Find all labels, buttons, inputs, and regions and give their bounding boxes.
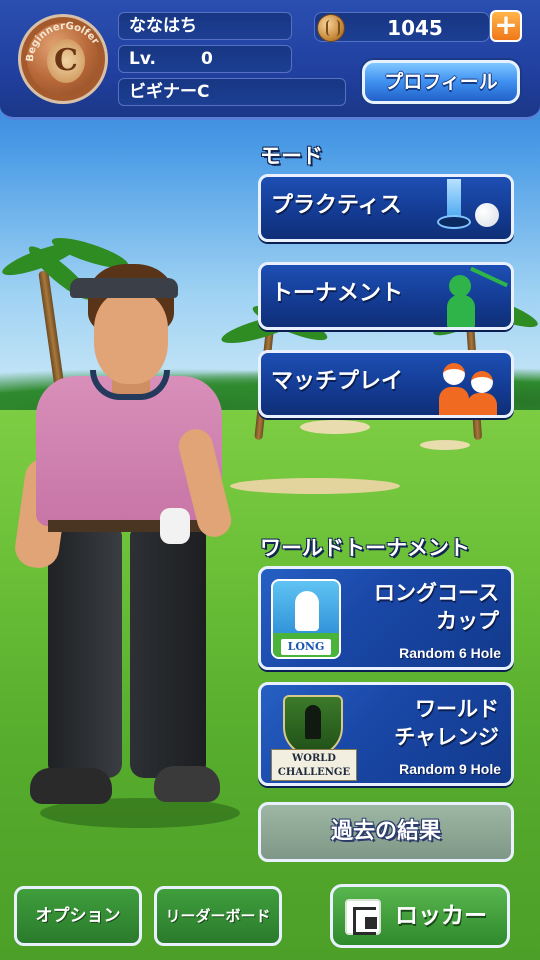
player-name: ななはち [118, 12, 292, 40]
locker-icon [345, 899, 381, 935]
rank-badge: BeginnerGolfer C [18, 14, 108, 104]
world-challenge-emblem-icon: WORLD CHALLENGE [271, 693, 357, 781]
leaderboard-button[interactable]: リーダーボード [154, 886, 282, 946]
world-challenge-button[interactable]: WORLD CHALLENGE ワールド チャレンジ Random 9 Hole [258, 682, 514, 786]
level-value: 0 [201, 49, 213, 69]
match-play-button[interactable]: マッチプレイ [258, 350, 514, 418]
coin-balance: 1045 [314, 12, 490, 42]
world-emblem-line2: CHALLENGE [277, 767, 351, 778]
avatar-pants [48, 528, 122, 778]
avatar-shoe [30, 768, 112, 804]
sand-bunker [230, 478, 400, 494]
level-label: Lv. [129, 49, 156, 69]
world-challenge-subtitle: Random 9 Hole [399, 761, 501, 777]
practice-button[interactable]: プラクティス [258, 174, 514, 242]
add-coins-button[interactable]: + [490, 10, 522, 42]
locker-label: ロッカー [395, 903, 487, 929]
golf-ball-icon [475, 203, 499, 227]
avatar-head [94, 292, 168, 384]
tournament-button[interactable]: トーナメント [258, 262, 514, 330]
long-course-title-line1: ロングコース [374, 581, 499, 605]
mode-section-label: モード [260, 144, 323, 168]
player-avatar [12, 258, 240, 828]
locker-button[interactable]: ロッカー [330, 884, 510, 948]
world-challenge-title-line1: ワールド [415, 697, 499, 721]
long-course-emblem-icon: LONG [271, 579, 341, 659]
world-challenge-title-line2: チャレンジ [394, 725, 499, 749]
long-course-title-line2: カップ [436, 609, 499, 633]
rank-letter: C [47, 39, 85, 83]
coin-count: 1045 [387, 16, 443, 40]
avatar-shoe [154, 766, 220, 802]
profile-button[interactable]: プロフィール [362, 60, 520, 104]
options-button[interactable]: オプション [14, 886, 142, 946]
world-tournament-section-label: ワールドトーナメント [260, 536, 470, 560]
past-results-button[interactable]: 過去の結果 [258, 802, 514, 862]
world-emblem-ribbon: WORLD CHALLENGE [271, 749, 357, 781]
sand-bunker [420, 440, 470, 450]
two-players-icon [437, 357, 507, 415]
world-challenge-title: ワールド チャレンジ [349, 695, 499, 751]
practice-label: プラクティス [271, 193, 402, 218]
coin-icon [317, 14, 345, 42]
long-course-cup-button[interactable]: LONG ロングコース カップ Random 6 Hole [258, 566, 514, 670]
world-emblem-line1: WORLD [292, 753, 336, 764]
tournament-label: トーナメント [271, 281, 404, 306]
player-level: Lv. 0 [118, 45, 292, 73]
pin-icon [447, 179, 461, 219]
avatar-visor [70, 278, 178, 298]
player-info-header: BeginnerGolfer C ななはち Lv. 0 ビギナーC 1045 + … [0, 0, 540, 120]
long-course-title: ロングコース カップ [349, 579, 499, 635]
avatar-pants [130, 528, 206, 778]
long-emblem-text: LONG [281, 639, 331, 655]
match-play-label: マッチプレイ [271, 369, 404, 394]
long-course-subtitle: Random 6 Hole [399, 645, 501, 661]
hole-cup-icon [437, 215, 471, 229]
golfer-swing-icon [429, 266, 508, 327]
avatar-glove [160, 508, 190, 544]
rank-title: ビギナーC [118, 78, 346, 106]
